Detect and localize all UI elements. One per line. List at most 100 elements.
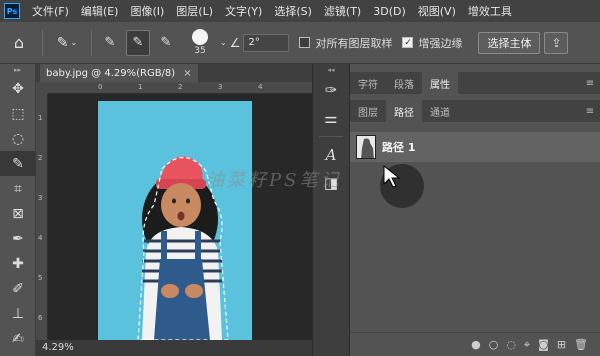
path-thumbnail: [356, 135, 376, 159]
history-brush-icon[interactable]: ✍: [0, 326, 36, 351]
panel-menu-icon[interactable]: ≡: [580, 72, 600, 94]
load-selection-icon[interactable]: ◌: [506, 338, 516, 351]
close-icon[interactable]: ×: [183, 68, 191, 79]
menu-file[interactable]: 文件(F): [26, 3, 75, 19]
subtract-from-selection-icon[interactable]: ✎: [154, 30, 178, 56]
menu-layer[interactable]: 图层(L): [170, 3, 219, 19]
menu-bar: Ps 文件(F) 编辑(E) 图像(I) 图层(L) 文字(Y) 选择(S) 滤…: [0, 0, 600, 22]
panel-grip[interactable]: ▸▸: [0, 64, 35, 76]
watermark: 油菜籽PS笔记: [206, 170, 342, 191]
panel-menu-icon[interactable]: ≡: [580, 100, 600, 122]
divider: [91, 29, 92, 56]
lasso-icon[interactable]: ◌: [0, 126, 36, 151]
character-icon[interactable]: A: [313, 141, 349, 169]
new-path-icon[interactable]: ⊞: [557, 338, 566, 351]
enhance-edge-label: 增强边缘: [418, 36, 463, 50]
divider: [42, 29, 43, 56]
tab-layers[interactable]: 图层: [350, 100, 386, 122]
checkbox-checked: ✓: [402, 37, 414, 48]
share-icon[interactable]: ⇪: [544, 31, 569, 54]
brush-picker[interactable]: 35: [180, 24, 220, 62]
tab-properties[interactable]: 属性: [422, 72, 458, 94]
ruler-label: 1: [38, 114, 43, 122]
canvas[interactable]: [48, 94, 310, 340]
tab-paragraph[interactable]: 段落: [386, 72, 422, 94]
select-subject-button[interactable]: 选择主体: [478, 31, 541, 54]
brush-tip-icon: [192, 29, 208, 45]
tool-preset-picker[interactable]: ✎ ⌄: [47, 28, 87, 58]
enhance-edge-checkbox[interactable]: ✓ 增强边缘: [402, 35, 462, 51]
chevron-down-icon[interactable]: ⌄: [220, 38, 227, 47]
chevron-down-icon: ⌄: [70, 38, 78, 47]
brush-icon[interactable]: ✐: [0, 276, 36, 301]
menu-image[interactable]: 图像(I): [124, 3, 170, 19]
quick-selection-icon: ✎: [56, 34, 69, 51]
tab-channels[interactable]: 通道: [422, 100, 458, 122]
cursor-highlight: [380, 164, 424, 208]
adjustments-icon[interactable]: ⚌: [313, 104, 349, 132]
tools-panel: ▸▸ ✥ ⬚ ◌ ✎ ⌗ ⊠ ✒ ✚ ✐ ⊥ ✍: [0, 64, 36, 356]
brush-settings-icon[interactable]: ✑: [313, 76, 349, 104]
ruler-label: 0: [98, 83, 103, 91]
horizontal-ruler[interactable]: 0 1 2 3 4: [48, 82, 312, 94]
child-illustration: [137, 156, 229, 340]
photo-child[interactable]: [98, 101, 252, 340]
crop-icon[interactable]: ⌗: [0, 176, 36, 201]
add-mask-icon[interactable]: ◙: [538, 338, 549, 351]
menu-filter[interactable]: 滤镜(T): [318, 3, 367, 19]
options-bar: ⌂ ✎ ⌄ ✎ ✎ ✎ 35 ⌄ ∠ 2° 对所有图层取样 ✓ 增强边缘 选择主体…: [0, 22, 600, 64]
frame-icon[interactable]: ⊠: [0, 201, 36, 226]
right-panels: 字符 段落 属性 ≡ 图层 路径 通道 ≡ 路径 1 ● ○ ◌ ⌖ ◙ ⊞ �: [350, 64, 600, 356]
eyedropper-icon[interactable]: ✒: [0, 226, 36, 251]
sample-all-layers-checkbox[interactable]: 对所有图层取样: [299, 35, 392, 51]
ruler-label: 2: [38, 154, 43, 162]
healing-brush-icon[interactable]: ✚: [0, 251, 36, 276]
trash-icon[interactable]: 🗑: [574, 338, 588, 351]
menu-view[interactable]: 视图(V): [412, 3, 462, 19]
menu-edit[interactable]: 编辑(E): [75, 3, 125, 19]
fill-path-icon[interactable]: ●: [471, 338, 481, 351]
divider: [319, 136, 343, 137]
properties-tab-row: 字符 段落 属性 ≡: [350, 72, 600, 94]
menu-3d[interactable]: 3D(D): [367, 5, 412, 18]
paths-footer: ● ○ ◌ ⌖ ◙ ⊞ 🗑: [350, 332, 600, 356]
ruler-corner: [36, 82, 48, 94]
layers-tab-row: 图层 路径 通道 ≡: [350, 100, 600, 122]
tab-character[interactable]: 字符: [350, 72, 386, 94]
path-list-item[interactable]: 路径 1: [350, 132, 600, 162]
ruler-label: 3: [218, 83, 223, 91]
menu-plugins[interactable]: 增效工具: [462, 3, 518, 19]
document-tab[interactable]: baby.jpg @ 4.29%(RGB/8) ×: [40, 64, 198, 82]
marquee-icon[interactable]: ⬚: [0, 101, 36, 126]
stroke-path-icon[interactable]: ○: [489, 338, 499, 351]
tab-paths[interactable]: 路径: [386, 100, 422, 122]
new-selection-icon[interactable]: ✎: [98, 30, 122, 56]
ruler-label: 4: [258, 83, 263, 91]
ruler-label: 6: [38, 314, 43, 322]
sample-all-layers-label: 对所有图层取样: [315, 36, 393, 50]
quick-selection-icon[interactable]: ✎: [0, 151, 36, 176]
checkbox-box: [299, 37, 311, 48]
menu-select[interactable]: 选择(S): [268, 3, 318, 19]
ruler-label: 3: [38, 194, 43, 202]
status-bar-zoom[interactable]: 4.29%: [36, 340, 312, 356]
menu-type[interactable]: 文字(Y): [219, 3, 268, 19]
photoshop-window: Ps 文件(F) 编辑(E) 图像(I) 图层(L) 文字(Y) 选择(S) 滤…: [0, 0, 600, 356]
make-path-icon[interactable]: ⌖: [524, 338, 530, 352]
home-icon[interactable]: ⌂: [0, 22, 38, 64]
move-icon[interactable]: ✥: [0, 76, 36, 101]
ps-logo: Ps: [4, 3, 20, 19]
ruler-label: 1: [138, 83, 143, 91]
angle-icon: ∠: [229, 35, 241, 50]
add-to-selection-icon[interactable]: ✎: [126, 29, 150, 56]
ruler-label: 2: [178, 83, 183, 91]
path-name: 路径 1: [382, 141, 416, 154]
panel-grip[interactable]: ◂◂: [313, 64, 349, 76]
document-title: baby.jpg @ 4.29%(RGB/8): [46, 67, 176, 79]
document-tab-bar: baby.jpg @ 4.29%(RGB/8) ×: [36, 64, 312, 82]
vertical-ruler[interactable]: 1 2 3 4 5 6: [36, 94, 48, 340]
collapsed-panel-dock: ◂◂ ✑ ⚌ A ◨: [312, 64, 350, 356]
angle-field[interactable]: 2°: [243, 33, 290, 52]
clone-stamp-icon[interactable]: ⊥: [0, 301, 36, 326]
brush-size-value: 35: [194, 46, 206, 56]
